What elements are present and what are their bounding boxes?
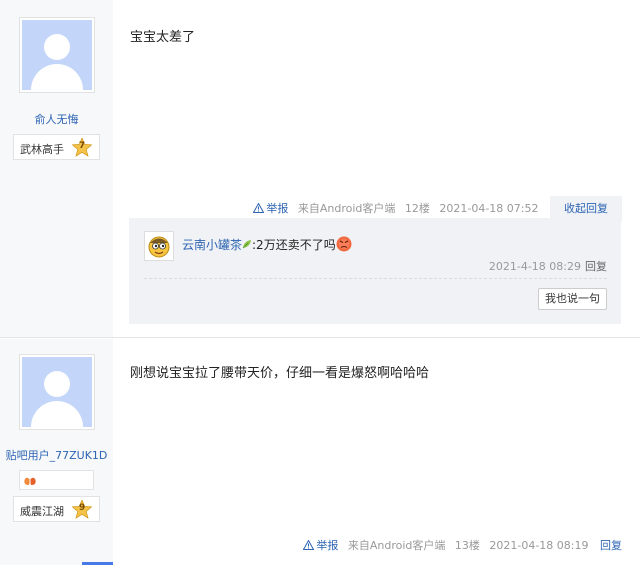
post-content: 宝宝太差了 bbox=[130, 30, 196, 45]
reply-link[interactable]: 回复 bbox=[585, 260, 607, 273]
level-badge[interactable]: 威震江湖 9 bbox=[13, 496, 100, 522]
user-avatar[interactable] bbox=[19, 17, 95, 93]
say-something-button[interactable]: 我也说一句 bbox=[538, 288, 607, 310]
lung-icon bbox=[24, 475, 36, 485]
reply-time: 2021-4-18 08:29 bbox=[488, 260, 581, 273]
reply-text: :2万还卖不了吗 bbox=[252, 238, 336, 252]
reply-meta: 2021-4-18 08:29 回复 bbox=[489, 258, 607, 274]
post-time: 2021-04-18 08:19 bbox=[489, 539, 589, 552]
level-number: 9 bbox=[78, 503, 86, 513]
warning-icon bbox=[303, 540, 315, 550]
floor-number: 13楼 bbox=[454, 539, 480, 552]
client-source: 来自Android客户端 bbox=[297, 202, 396, 215]
level-title: 威震江湖 bbox=[20, 505, 64, 518]
reply-username[interactable]: 云南小罐茶 bbox=[182, 238, 242, 252]
username-link[interactable]: 俞人无悔 bbox=[0, 111, 113, 127]
post-content: 刚想说宝宝拉了腰带天价，仔细一看是爆怒啊哈哈哈 bbox=[130, 366, 430, 381]
level-badge[interactable]: 武林高手 7 bbox=[13, 134, 100, 160]
client-source: 来自Android客户端 bbox=[347, 539, 446, 552]
author-sidebar: 贴吧用户_77ZUK1D 威震江湖 9 bbox=[0, 339, 113, 565]
user-avatar[interactable] bbox=[19, 354, 95, 430]
post-tail: 举报 来自Android客户端 13楼 2021-04-18 08:19 回复 bbox=[303, 537, 622, 553]
report-link[interactable]: 举报 bbox=[303, 539, 338, 552]
level-number: 7 bbox=[78, 141, 86, 151]
angry-face-emoji-icon bbox=[336, 236, 352, 252]
fan-badge[interactable] bbox=[19, 470, 94, 490]
warning-icon bbox=[253, 203, 265, 213]
post-floor-13: 贴吧用户_77ZUK1D 威震江湖 9 刚想说宝宝拉了腰带天价，仔细一看是爆怒啊… bbox=[0, 339, 640, 565]
reply-line: 云南小罐茶 :2万还卖不了吗 bbox=[182, 236, 352, 253]
leaf-icon bbox=[242, 240, 252, 249]
post-floor-12: 俞人无悔 武林高手 7 宝宝太差了 举报 来自Android客户端 12楼 20… bbox=[0, 0, 640, 338]
post-tail: 举报 来自Android客户端 12楼 2021-04-18 07:52 收起回… bbox=[253, 196, 622, 222]
default-avatar-icon bbox=[22, 20, 92, 90]
reply-avatar[interactable] bbox=[144, 231, 174, 261]
level-star-icon: 9 bbox=[72, 500, 92, 520]
reply-box: 云南小罐茶 :2万还卖不了吗 2021-4-18 08:29 回复 我也说一句 bbox=[129, 218, 621, 324]
floor-number: 12楼 bbox=[404, 202, 430, 215]
post-time: 2021-04-18 07:52 bbox=[439, 202, 539, 215]
default-avatar-icon bbox=[22, 357, 92, 427]
level-star-icon: 7 bbox=[72, 138, 92, 158]
level-title: 武林高手 bbox=[20, 143, 64, 156]
divider bbox=[144, 278, 607, 279]
reply-link[interactable]: 回复 bbox=[600, 539, 622, 552]
username-link[interactable]: 贴吧用户_77ZUK1D bbox=[0, 447, 113, 463]
emoji-face-avatar-icon bbox=[148, 236, 170, 258]
report-link[interactable]: 举报 bbox=[253, 202, 288, 215]
author-sidebar: 俞人无悔 武林高手 7 bbox=[0, 0, 113, 337]
